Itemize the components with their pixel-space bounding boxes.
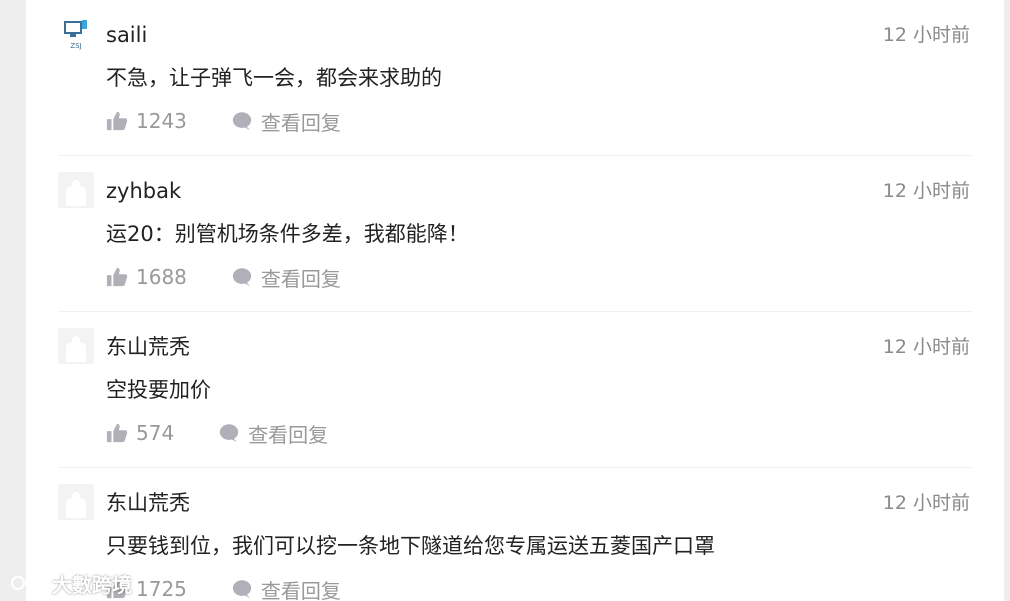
comment-time: 12 小时前 xyxy=(882,492,970,514)
like-count[interactable]: 1243 xyxy=(136,109,187,133)
comment-actions: 1725 查看回复 xyxy=(106,574,341,601)
thumbs-up-icon[interactable] xyxy=(106,422,128,444)
view-replies-link[interactable]: 查看回复 xyxy=(248,419,328,448)
chat-bubble-icon[interactable] xyxy=(231,578,253,600)
chat-bubble-icon[interactable] xyxy=(231,266,253,288)
comment-text: 只要钱到位，我们可以挖一条地下隧道给您专属运送五菱国产口罩 xyxy=(106,534,715,558)
like-count[interactable]: 1725 xyxy=(136,577,187,601)
username[interactable]: 东山荒秃 xyxy=(106,488,190,518)
view-replies-link[interactable]: 查看回复 xyxy=(261,263,341,292)
avatar[interactable] xyxy=(58,484,94,520)
comment-item: ZSJ saili 12 小时前 不急，让子弹飞一会，都会来求助的 1243 查… xyxy=(26,0,1004,156)
chat-bubble-icon[interactable] xyxy=(218,422,240,444)
comment-time: 12 小时前 xyxy=(882,336,970,358)
watermark: 大數跨境 xyxy=(10,568,132,598)
comment-list: ZSJ saili 12 小时前 不急，让子弹飞一会，都会来求助的 1243 查… xyxy=(26,0,1004,601)
comment-actions: 1688 查看回复 xyxy=(106,262,341,292)
comment-text: 不急，让子弹飞一会，都会来求助的 xyxy=(106,66,442,90)
comment-item: 东山荒秃 12 小时前 空投要加价 574 查看回复 xyxy=(26,312,1004,468)
watermark-text: 大數跨境 xyxy=(52,572,132,597)
comment-item: 东山荒秃 12 小时前 只要钱到位，我们可以挖一条地下隧道给您专属运送五菱国产口… xyxy=(26,468,1004,601)
view-replies-link[interactable]: 查看回复 xyxy=(261,575,341,601)
thumbs-up-icon[interactable] xyxy=(106,110,128,132)
comment-time: 12 小时前 xyxy=(882,24,970,46)
like-count[interactable]: 1688 xyxy=(136,265,187,289)
comment-actions: 574 查看回复 xyxy=(106,418,328,448)
comment-item: zyhbak 12 小时前 运20：别管机场条件多差，我都能降！ 1688 查看… xyxy=(26,156,1004,312)
view-replies-link[interactable]: 查看回复 xyxy=(261,107,341,136)
avatar-logo-text: ZSJ xyxy=(70,42,81,50)
comment-actions: 1243 查看回复 xyxy=(106,106,341,136)
watermark-logo-icon xyxy=(11,576,43,590)
comment-text: 运20：别管机场条件多差，我都能降！ xyxy=(106,222,469,246)
avatar[interactable] xyxy=(58,172,94,208)
like-count[interactable]: 574 xyxy=(136,421,174,445)
chat-bubble-icon[interactable] xyxy=(231,110,253,132)
avatar[interactable]: ZSJ xyxy=(58,16,94,52)
avatar[interactable] xyxy=(58,328,94,364)
username[interactable]: zyhbak xyxy=(106,176,181,206)
username[interactable]: 东山荒秃 xyxy=(106,332,190,362)
comment-text: 空投要加价 xyxy=(106,378,211,402)
username[interactable]: saili xyxy=(106,20,147,50)
monitor-logo-icon: ZSJ xyxy=(64,20,87,50)
thumbs-up-icon[interactable] xyxy=(106,266,128,288)
comment-time: 12 小时前 xyxy=(882,180,970,202)
